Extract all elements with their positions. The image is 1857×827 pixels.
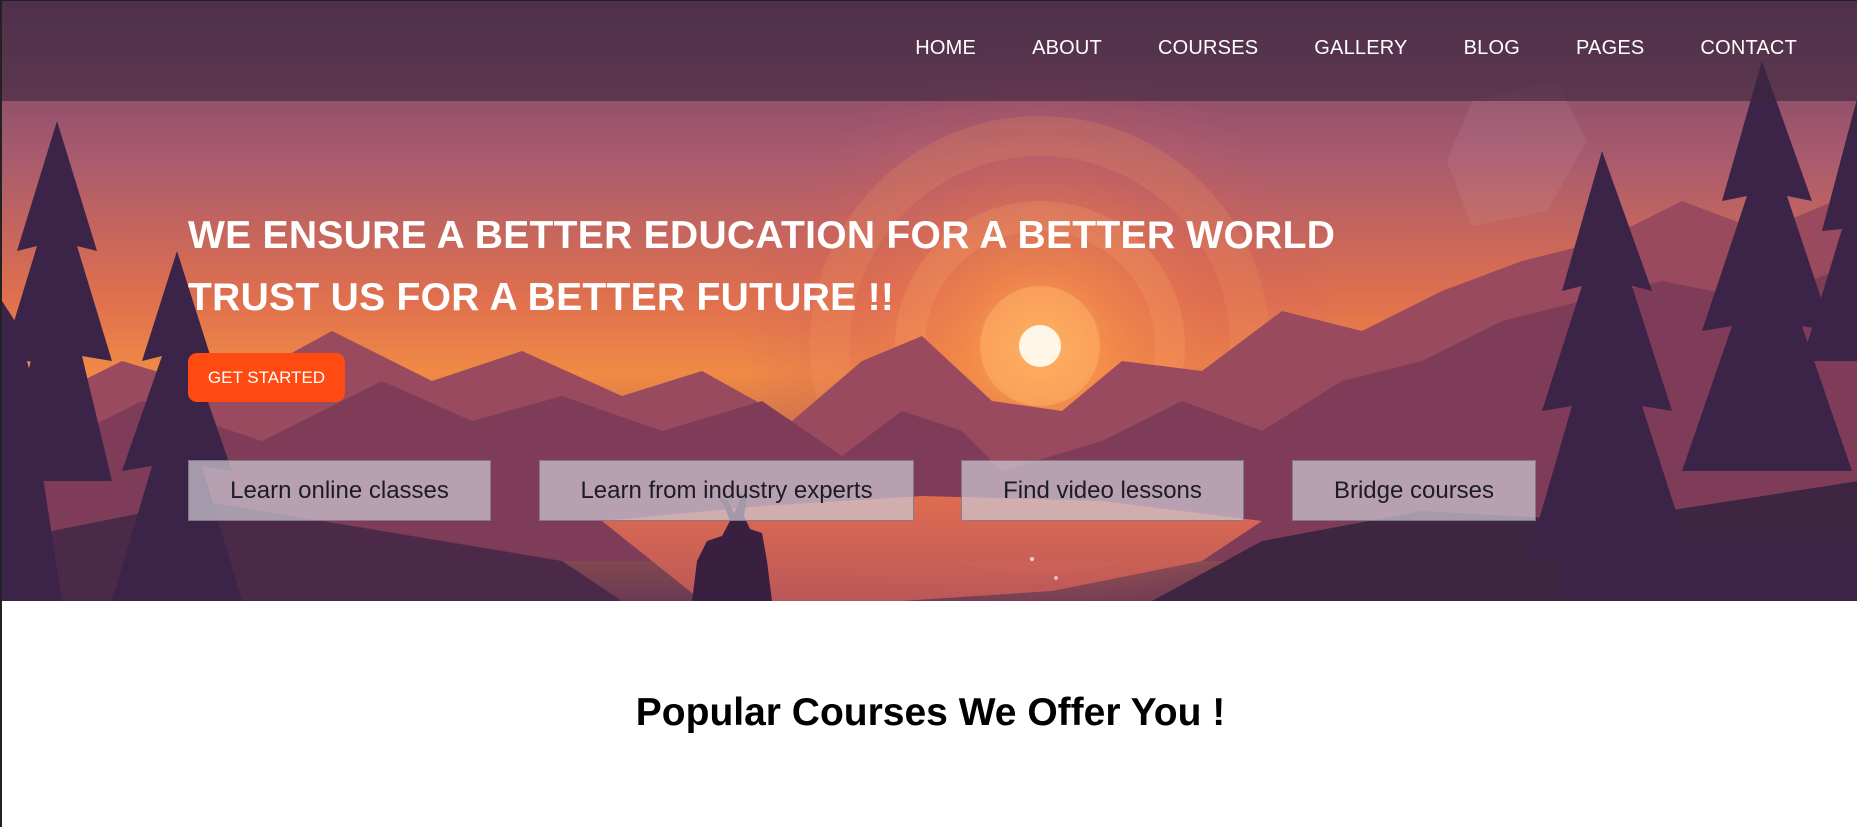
nav-menu: HOME ABOUT COURSES GALLERY BLOG PAGES CO… [915, 37, 1797, 60]
hero-heading-line-2: TRUST US FOR A BETTER FUTURE !! [188, 276, 895, 319]
nav-contact[interactable]: CONTACT [1700, 37, 1797, 60]
hero-banner: HOME ABOUT COURSES GALLERY BLOG PAGES CO… [2, 1, 1857, 601]
nav-about[interactable]: ABOUT [1032, 37, 1102, 60]
nav-blog[interactable]: BLOG [1464, 37, 1520, 60]
nav-pages[interactable]: PAGES [1576, 37, 1644, 60]
nav-home[interactable]: HOME [915, 37, 976, 60]
feature-industry-experts-button[interactable]: Learn from industry experts [539, 460, 914, 521]
hero-heading-line-1: WE ENSURE A BETTER EDUCATION FOR A BETTE… [188, 214, 1336, 257]
feature-online-classes-button[interactable]: Learn online classes [188, 460, 491, 521]
feature-bridge-courses-button[interactable]: Bridge courses [1292, 460, 1536, 521]
popular-courses-heading: Popular Courses We Offer You ! [635, 691, 1226, 734]
hero-heading: WE ENSURE A BETTER EDUCATION FOR A BETTE… [188, 205, 1335, 329]
get-started-button[interactable]: GET STARTED [188, 353, 345, 402]
page: HOME ABOUT COURSES GALLERY BLOG PAGES CO… [0, 0, 1857, 827]
feature-video-lessons-button[interactable]: Find video lessons [961, 460, 1244, 521]
nav-gallery[interactable]: GALLERY [1314, 37, 1407, 60]
nav-courses[interactable]: COURSES [1158, 37, 1258, 60]
top-navbar: HOME ABOUT COURSES GALLERY BLOG PAGES CO… [2, 1, 1857, 101]
